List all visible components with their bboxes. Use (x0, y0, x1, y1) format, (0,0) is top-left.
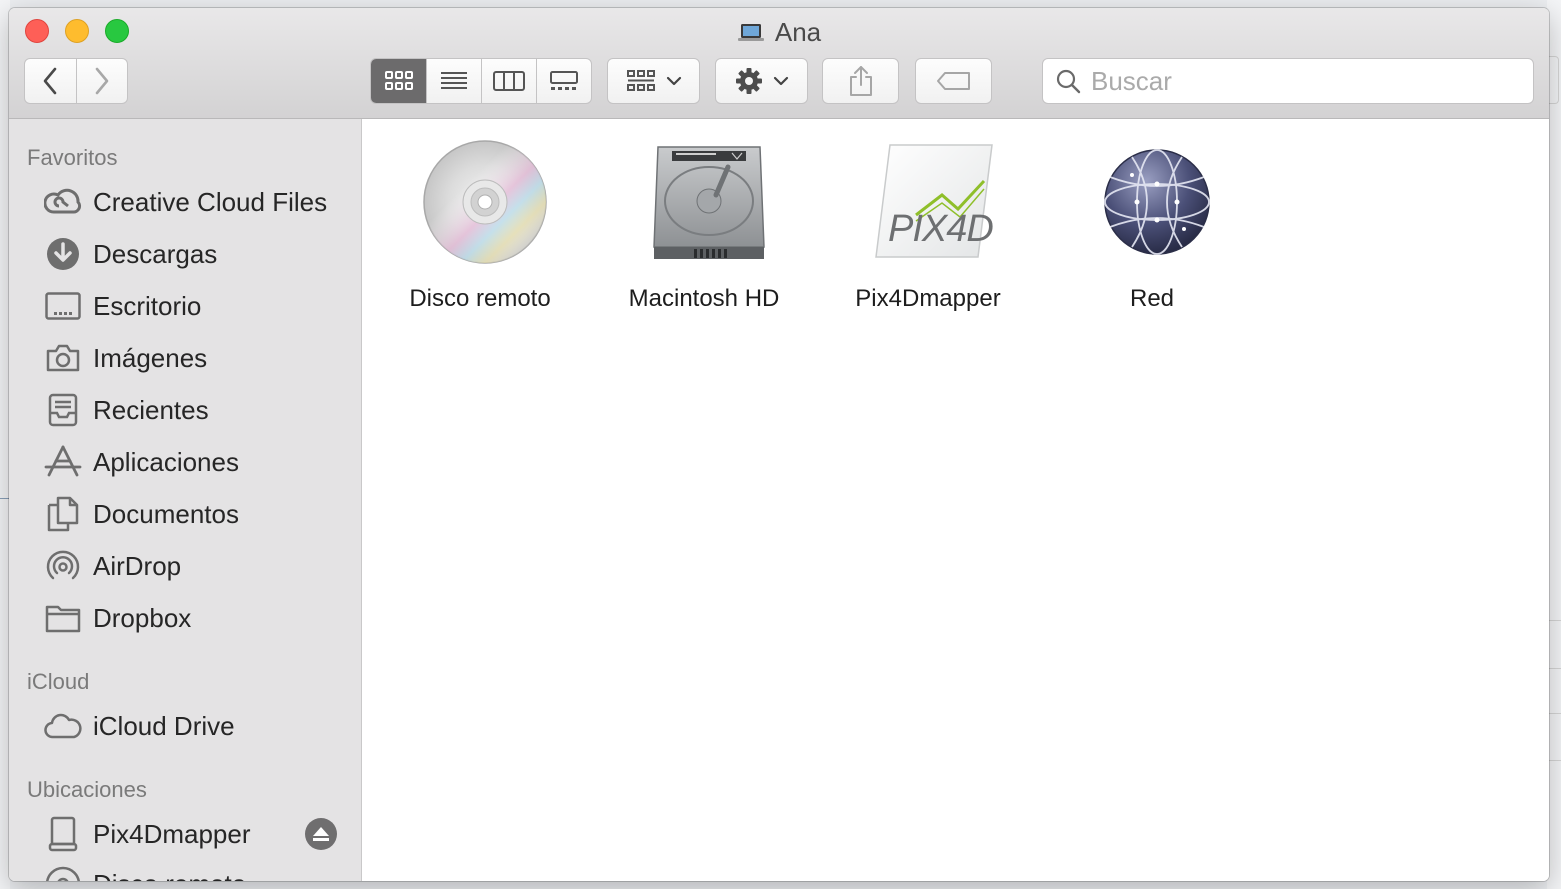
background-app-right-edge (1547, 0, 1561, 889)
view-mode-control (370, 58, 592, 104)
search-icon (1056, 69, 1081, 94)
camera-icon (44, 339, 82, 377)
title-bar: Ana (9, 8, 1549, 119)
share-icon (849, 66, 872, 96)
sidebar-item-label: Escritorio (93, 290, 202, 321)
gallery-icon (550, 71, 578, 90)
sidebar-item-label: Descargas (93, 238, 218, 269)
eject-icon (313, 827, 329, 841)
sidebar-item-pix4dmapper[interactable]: Pix4Dmapper (9, 810, 361, 858)
icon-view-button[interactable] (371, 59, 426, 103)
window-title: Ana (9, 17, 1549, 51)
window-title-text: Ana (774, 17, 822, 47)
file-item-pix4dmapper[interactable]: PIX4D Pix4Dmapper (828, 137, 1028, 317)
column-view-button[interactable] (481, 59, 536, 103)
documents-icon (44, 495, 82, 533)
sidebar-item-label: Disco remoto (93, 869, 246, 882)
background-divider (1547, 760, 1561, 761)
gallery-view-button[interactable] (536, 59, 591, 103)
sidebar-item-label: iCloud Drive (93, 710, 235, 741)
section-header-favorites: Favoritos (27, 145, 118, 170)
sidebar-item-aplicaciones[interactable]: Aplicaciones (9, 438, 361, 486)
background-divider (1547, 668, 1561, 669)
tag-button[interactable] (915, 58, 992, 104)
sidebar-item-label: Documentos (93, 498, 239, 529)
hard-drive-icon (653, 146, 765, 259)
file-browser-content: Disco remoto Macintosh HD PIX4D Pix4Dmap… (362, 119, 1549, 881)
downloads-icon (44, 235, 82, 273)
sidebar-item-disco-remoto[interactable]: Disco remoto (9, 860, 361, 882)
background-divider (1547, 620, 1561, 621)
navigation-buttons (24, 58, 128, 104)
forward-button[interactable] (75, 59, 128, 103)
applications-icon (44, 443, 82, 481)
chevron-right-icon (95, 67, 109, 95)
sidebar-item-icloud-drive[interactable]: iCloud Drive (9, 702, 361, 750)
file-item-label: Macintosh HD (628, 285, 780, 312)
background-app-control (1549, 56, 1559, 104)
chevron-left-icon (43, 67, 57, 95)
file-item-red[interactable]: Red (1052, 137, 1252, 317)
share-button[interactable] (822, 58, 899, 104)
section-header-ubicaciones: Ubicaciones (27, 777, 147, 802)
gear-icon (735, 68, 762, 94)
columns-icon (493, 71, 525, 91)
chevron-down-icon (666, 76, 681, 86)
action-menu-button[interactable] (715, 58, 808, 104)
network-globe-icon (1104, 149, 1210, 255)
disc-icon (44, 865, 82, 881)
sidebar-item-recientes[interactable]: Recientes (9, 386, 361, 434)
sidebar-item-documentos[interactable]: Documentos (9, 490, 361, 538)
tag-icon (936, 72, 970, 90)
sidebar-item-label: Creative Cloud Files (93, 186, 328, 217)
search-input[interactable] (1091, 65, 1511, 97)
group-by-dropdown[interactable] (607, 58, 700, 104)
file-item-label: Pix4Dmapper (855, 285, 1001, 312)
sidebar-item-label: Dropbox (93, 602, 192, 633)
sidebar-item-creative-cloud-files[interactable]: Creative Cloud Files (9, 178, 361, 226)
eject-button[interactable] (305, 818, 337, 850)
section-header-icloud: iCloud (27, 669, 90, 694)
sidebar-item-escritorio[interactable]: Escritorio (9, 282, 361, 330)
file-item-disco-remoto[interactable]: Disco remoto (380, 137, 580, 317)
sidebar-item-label: AirDrop (93, 550, 182, 581)
list-view-button[interactable] (426, 59, 481, 103)
pix4d-logo-text: PIX4D (888, 208, 993, 250)
file-item-label: Red (1129, 285, 1175, 312)
background-divider (1547, 713, 1561, 714)
sidebar-item-label: Aplicaciones (93, 446, 239, 477)
sidebar-item-label: Pix4Dmapper (93, 818, 251, 849)
chevron-down-icon (773, 76, 788, 86)
laptop-icon (737, 23, 764, 41)
sidebar-item-airdrop[interactable]: AirDrop (9, 542, 361, 590)
search-field[interactable] (1042, 58, 1534, 104)
sidebar-item-label: Recientes (93, 394, 209, 425)
file-item-label: Disco remoto (409, 285, 551, 312)
airdrop-icon (44, 547, 82, 585)
back-button[interactable] (25, 59, 76, 103)
cd-disc-icon (423, 140, 547, 264)
desktop-icon (44, 287, 82, 325)
list-icon (441, 72, 467, 89)
drive-icon (44, 815, 82, 853)
sidebar-item-imagenes[interactable]: Imágenes (9, 334, 361, 382)
finder-window: Ana Buscar Favoritos Creative Cloud File… (9, 8, 1549, 881)
folder-icon (44, 599, 82, 637)
creative-cloud-icon (44, 183, 82, 221)
file-item-macintosh-hd[interactable]: Macintosh HD (604, 137, 804, 317)
pix4d-volume-icon: PIX4D (875, 144, 994, 258)
sidebar-item-dropbox[interactable]: Dropbox (9, 594, 361, 642)
recents-icon (44, 391, 82, 429)
sidebar: Favoritos Creative Cloud Files Descargas… (9, 119, 362, 881)
grid-icon (384, 71, 413, 90)
cloud-icon (44, 707, 82, 745)
sidebar-item-descargas[interactable]: Descargas (9, 230, 361, 278)
sidebar-item-label: Imágenes (93, 342, 208, 373)
grid-icon (626, 70, 655, 91)
